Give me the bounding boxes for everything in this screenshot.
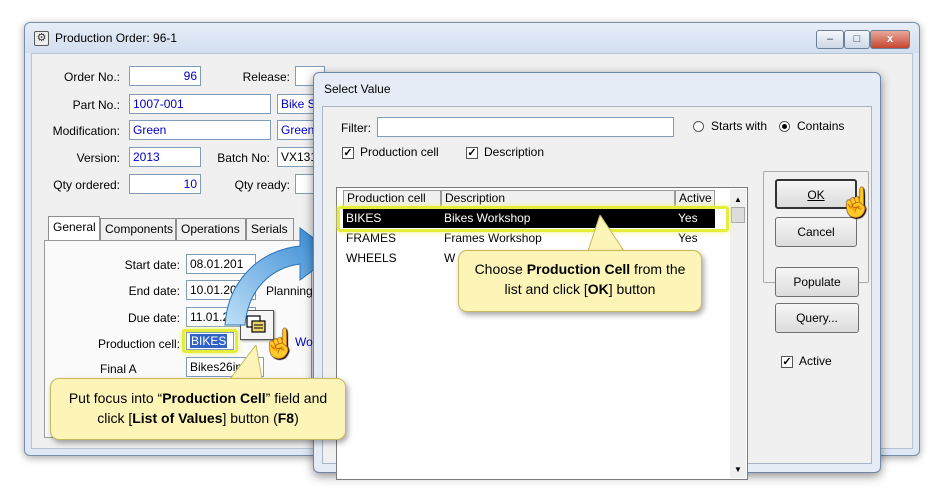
column-header-production-cell[interactable]: Production cell (343, 190, 441, 207)
callout-left-text-1: Put focus into “ (68, 390, 163, 406)
cancel-button-label: Cancel (797, 225, 835, 239)
cancel-button[interactable]: Cancel (775, 217, 857, 247)
window-titlebar: ⚙ Production Order: 96-1 – □ x (25, 23, 919, 53)
production-cell-checkbox[interactable]: ✓ (342, 147, 354, 159)
callout-right-bold-2: OK (587, 281, 609, 297)
callout-left-bold-3: F8 (277, 410, 295, 426)
window-title: Production Order: 96-1 (55, 31, 178, 45)
qty-ordered-label: Qty ordered: (53, 178, 120, 192)
scroll-thumb[interactable] (731, 207, 745, 223)
active-checkbox[interactable]: ✓ (781, 356, 793, 368)
batch-no-label: Batch No: (217, 151, 270, 165)
description-checkbox[interactable]: ✓ (466, 147, 478, 159)
scroll-down-icon[interactable]: ▼ (734, 465, 742, 474)
column-header-active[interactable]: Active (675, 190, 715, 207)
maximize-button[interactable]: □ (844, 30, 870, 49)
row-production-cell: WHEELS (346, 251, 397, 265)
dialog-title: Select Value (324, 82, 391, 96)
release-label: Release: (242, 70, 290, 84)
part-no-label: Part No.: (72, 98, 120, 112)
tab-general[interactable]: General (48, 216, 100, 241)
callout-right-bold-1: Production Cell (526, 261, 631, 277)
due-date-label: Due date: (127, 311, 180, 325)
start-date-label: Start date: (124, 258, 180, 272)
contains-label: Contains (797, 119, 845, 133)
instruction-callout-dialog: Choose Production Cell from the list and… (458, 250, 702, 312)
modification-label: Modification: (52, 124, 120, 138)
gear-icon: ⚙ (34, 31, 49, 46)
filter-input[interactable] (377, 117, 674, 137)
version-label: Version: (76, 151, 120, 165)
part-no-field[interactable]: 1007-001 (129, 94, 271, 114)
populate-button[interactable]: Populate (775, 267, 859, 297)
version-field[interactable]: 2013 (129, 147, 201, 167)
production-cell-label: Production cell: (97, 337, 180, 351)
tab-components[interactable]: Components (100, 218, 176, 240)
selected-row-highlight (337, 206, 729, 232)
query-button[interactable]: Query... (775, 303, 859, 333)
grid-scrollbar[interactable]: ▲ ▼ (730, 189, 746, 478)
filter-label: Filter: (341, 121, 371, 135)
callout-pointer-icon (228, 345, 263, 380)
description-check-label: Description (484, 145, 545, 159)
final-label: Final A (100, 362, 137, 376)
callout-right-text-1: Choose (474, 261, 527, 277)
callout-left-text-4: ) (294, 410, 299, 426)
production-cell-check-label: Production cell (360, 145, 439, 159)
column-header-description[interactable]: Description (441, 190, 675, 207)
close-button[interactable]: x (870, 30, 910, 49)
starts-with-radio[interactable] (693, 121, 704, 132)
callout-left-bold-2: List of Values (132, 410, 223, 426)
order-no-field[interactable]: 96 (129, 66, 201, 86)
end-date-label: End date: (128, 284, 180, 298)
starts-with-label: Starts with (711, 119, 768, 133)
active-label: Active (799, 354, 832, 368)
qty-ordered-field[interactable]: 10 (129, 174, 201, 194)
ok-button-label: OK (807, 188, 825, 202)
hand-cursor-icon: ☝ (839, 187, 874, 218)
contains-radio[interactable] (779, 121, 790, 132)
qty-ready-label: Qty ready: (234, 178, 290, 192)
callout-left-bold-1: Production Cell (162, 390, 266, 406)
callout-left-text-3: ] button ( (222, 410, 278, 426)
order-no-label: Order No.: (63, 70, 120, 84)
modification-field[interactable]: Green (129, 120, 271, 140)
instruction-callout-form: Put focus into “Production Cell” field a… (50, 378, 346, 440)
callout-right-text-3: ] button (608, 281, 656, 297)
scroll-up-icon[interactable]: ▲ (734, 195, 742, 204)
minimize-button[interactable]: – (816, 30, 844, 49)
